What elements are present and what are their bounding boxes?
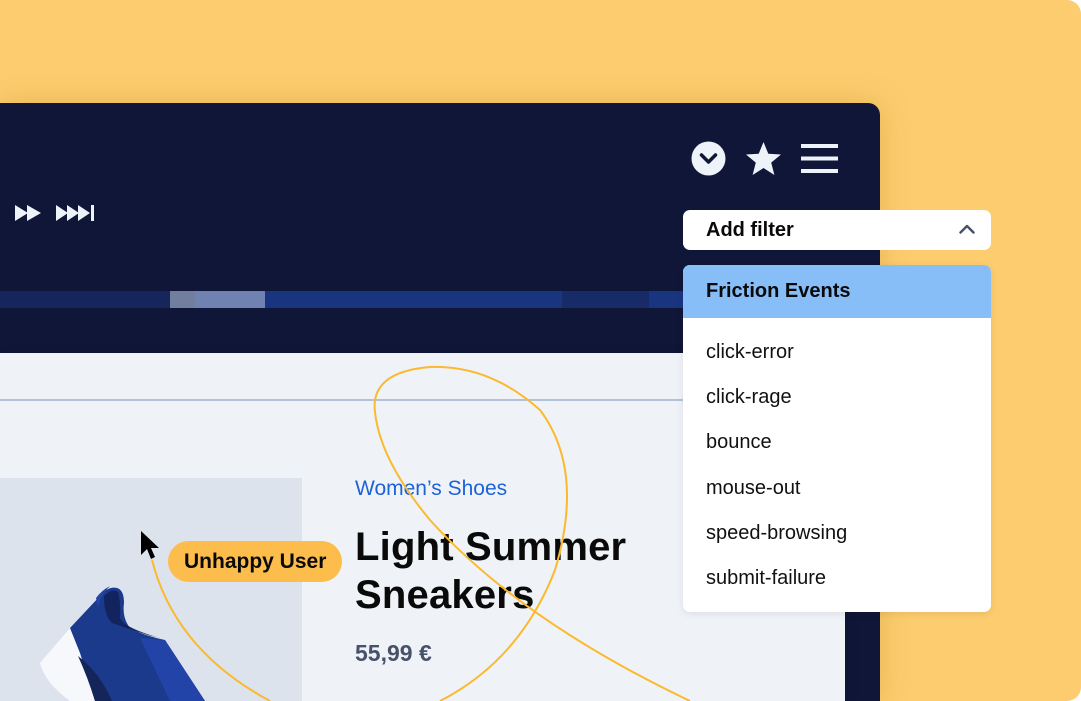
filter-option-click-rage[interactable]: click-rage bbox=[683, 375, 991, 420]
chevron-down-circle-icon[interactable] bbox=[691, 141, 726, 181]
timeline-segment[interactable] bbox=[170, 291, 196, 308]
menu-header-friction-events[interactable]: Friction Events bbox=[683, 265, 991, 318]
unhappy-user-badge: Unhappy User bbox=[168, 541, 343, 582]
timeline-segment[interactable] bbox=[265, 291, 563, 308]
filter-option-mouse-out[interactable]: mouse-out bbox=[683, 466, 991, 511]
filter-option-bounce[interactable]: bounce bbox=[683, 420, 991, 465]
product-title: Light Summer Sneakers bbox=[355, 523, 626, 619]
add-filter-dropdown[interactable]: Add filter bbox=[683, 210, 991, 250]
timeline-segment[interactable] bbox=[0, 291, 171, 308]
product-price: 55,99 € bbox=[355, 640, 432, 666]
timeline-segment[interactable] bbox=[562, 291, 649, 308]
filter-options-list: click-error click-rage bounce mouse-out spee… bbox=[683, 318, 991, 601]
mouse-cursor-icon bbox=[140, 530, 162, 567]
add-filter-label: Add filter bbox=[706, 218, 794, 241]
skip-to-end-icon[interactable] bbox=[55, 204, 97, 224]
timeline-segment[interactable] bbox=[195, 291, 266, 308]
replay-timeline[interactable] bbox=[0, 291, 700, 308]
player-toolbar bbox=[691, 141, 838, 181]
product-title-line-2: Sneakers bbox=[355, 573, 535, 617]
sneaker-illustration bbox=[40, 586, 205, 701]
hamburger-menu-icon[interactable] bbox=[801, 142, 838, 180]
filter-option-click-error[interactable]: click-error bbox=[683, 330, 991, 375]
product-title-line-1: Light Summer bbox=[355, 525, 627, 569]
fast-forward-icon[interactable] bbox=[14, 204, 42, 224]
star-icon[interactable] bbox=[745, 141, 782, 181]
category-link[interactable]: Women’s Shoes bbox=[355, 477, 507, 501]
product-image bbox=[0, 478, 302, 701]
filter-option-submit-failure[interactable]: submit-failure bbox=[683, 556, 991, 601]
chevron-up-icon bbox=[959, 221, 975, 239]
filter-option-speed-browsing[interactable]: speed-browsing bbox=[683, 511, 991, 556]
filter-menu: Friction Events click-error click-rage bou… bbox=[683, 265, 991, 612]
